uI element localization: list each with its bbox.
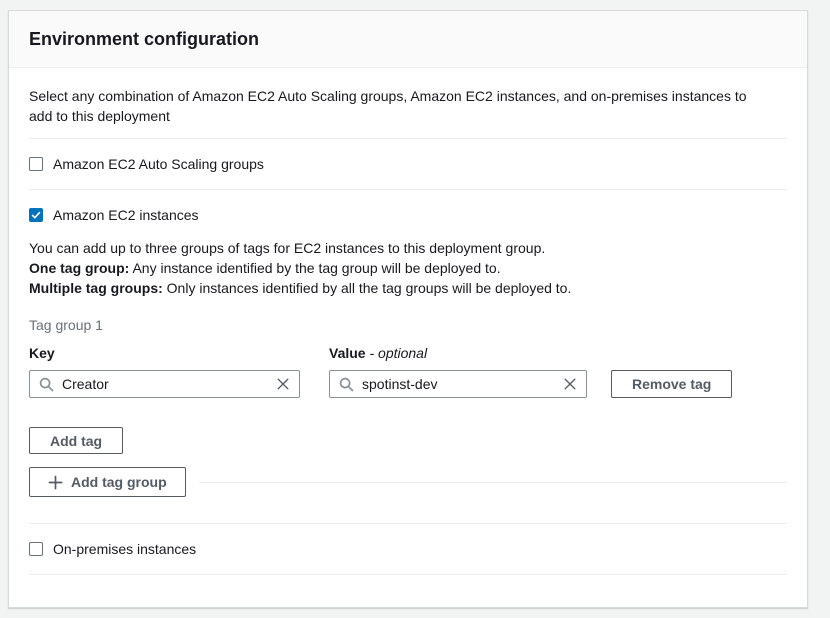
key-search-box <box>29 370 300 398</box>
checkmark-icon <box>30 209 42 221</box>
value-column-label: Value - optional <box>329 344 587 362</box>
tag-column-labels: Key Value - optional <box>29 344 787 362</box>
remove-tag-button[interactable]: Remove tag <box>611 370 732 398</box>
page-title: Environment configuration <box>29 29 787 50</box>
clear-value-button[interactable] <box>563 377 577 391</box>
help-line-one-tag-group: One tag group: Any instance identified b… <box>29 258 787 278</box>
panel-description: Select any combination of Amazon EC2 Aut… <box>29 86 769 126</box>
ec2-tags-help-text: You can add up to three groups of tags f… <box>29 238 787 298</box>
help-line-multiple-tag-groups: Multiple tag groups: Only instances iden… <box>29 278 787 298</box>
key-input[interactable] <box>62 376 268 392</box>
checkbox-ec2-instances[interactable] <box>29 208 43 222</box>
tag-inputs-row: Remove tag <box>29 370 787 398</box>
search-icon <box>39 377 54 392</box>
divider <box>29 574 787 575</box>
close-icon <box>276 377 290 391</box>
section-ec2-instances: Amazon EC2 instances You can add up to t… <box>29 190 787 524</box>
close-icon <box>563 377 577 391</box>
search-icon <box>339 377 354 392</box>
plus-icon <box>48 475 63 490</box>
environment-configuration-panel: Environment configuration Select any com… <box>8 10 808 608</box>
checkbox-row-auto-scaling-groups[interactable]: Amazon EC2 Auto Scaling groups <box>29 139 787 189</box>
value-search-box <box>329 370 587 398</box>
checkbox-auto-scaling-groups[interactable] <box>29 157 43 171</box>
panel-body: Select any combination of Amazon EC2 Aut… <box>9 68 807 595</box>
checkbox-row-on-premises[interactable]: On-premises instances <box>29 524 787 574</box>
tag-group-title: Tag group 1 <box>29 315 787 335</box>
checkbox-on-premises[interactable] <box>29 542 43 556</box>
divider <box>199 482 787 483</box>
add-tag-button[interactable]: Add tag <box>29 427 123 454</box>
checkbox-label-ec2-instances: Amazon EC2 instances <box>53 207 199 223</box>
checkbox-row-ec2-instances[interactable]: Amazon EC2 instances <box>29 190 787 223</box>
help-line-intro: You can add up to three groups of tags f… <box>29 238 787 258</box>
add-tag-group-button[interactable]: Add tag group <box>29 467 186 497</box>
checkbox-label-auto-scaling-groups: Amazon EC2 Auto Scaling groups <box>53 156 264 172</box>
panel-header: Environment configuration <box>9 11 807 68</box>
checkbox-label-on-premises: On-premises instances <box>53 541 196 557</box>
add-tag-group-row: Add tag group <box>29 467 787 497</box>
value-input[interactable] <box>362 376 555 392</box>
clear-key-button[interactable] <box>276 377 290 391</box>
key-column-label: Key <box>29 344 300 362</box>
